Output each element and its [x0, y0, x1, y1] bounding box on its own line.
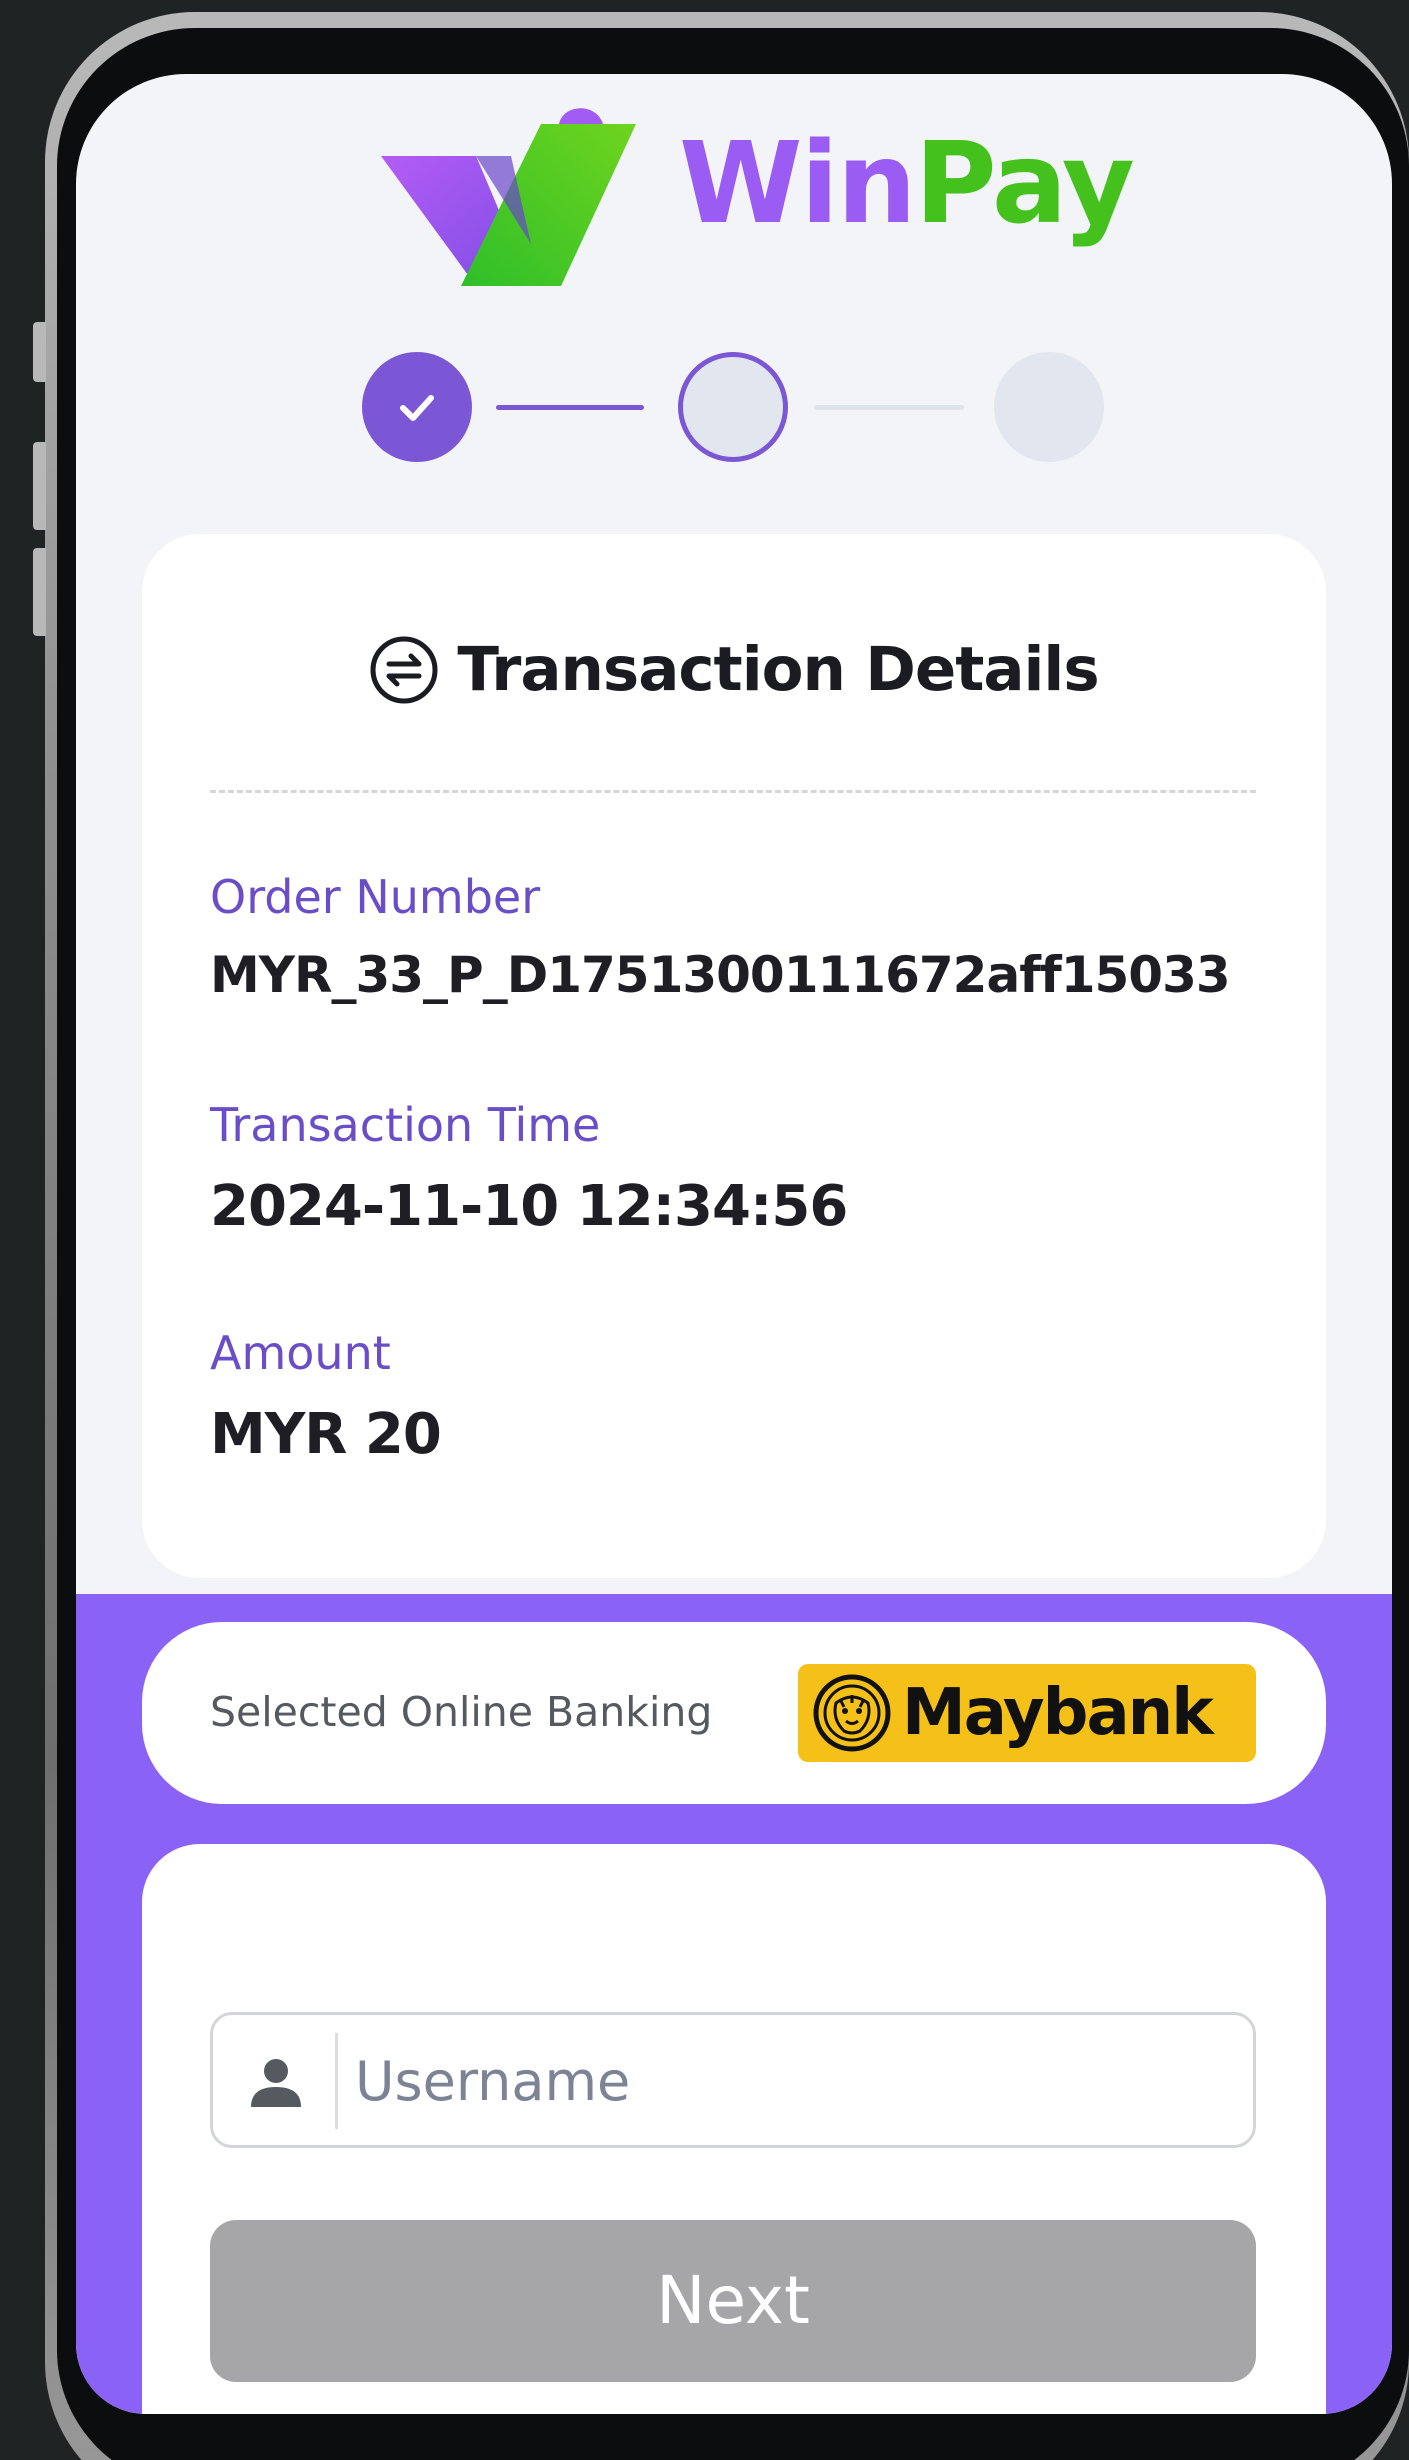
- transaction-details-header: Transaction Details: [142, 634, 1326, 705]
- side-button-volume-down: [33, 548, 46, 636]
- bank-name: Maybank: [902, 1676, 1214, 1750]
- transaction-time-value: 2024-11-10 12:34:56: [210, 1174, 848, 1239]
- winpay-logo: WinPay: [381, 94, 1141, 314]
- username-field[interactable]: [210, 2012, 1256, 2148]
- next-button[interactable]: Next: [210, 2220, 1256, 2382]
- transaction-time-label: Transaction Time: [210, 1098, 601, 1152]
- step-1-completed: [362, 352, 472, 462]
- transaction-details-card: Transaction Details Order Number MYR_33_…: [142, 534, 1326, 1578]
- order-number-label: Order Number: [210, 870, 541, 924]
- stage: WinPay Transaction Details Order Number …: [0, 0, 1409, 2460]
- phone-screen: WinPay Transaction Details Order Number …: [76, 74, 1392, 2414]
- selected-banking-label: Selected Online Banking: [210, 1688, 713, 1736]
- order-number-value: MYR_33_P_D1751300111672aff15033: [210, 946, 1231, 1004]
- wordmark-win: Win: [679, 119, 917, 249]
- step-2-current: [678, 352, 788, 462]
- tiger-icon: [812, 1673, 892, 1753]
- bank-login-card: Next: [142, 1844, 1326, 2414]
- user-icon: [247, 2053, 305, 2111]
- amount-label: Amount: [210, 1326, 391, 1380]
- side-button-mute: [33, 322, 46, 382]
- dashed-divider: [210, 790, 1256, 793]
- side-button-volume-up: [33, 442, 46, 530]
- amount-value: MYR 20: [210, 1402, 442, 1467]
- wordmark-pay: Pay: [914, 119, 1135, 249]
- step-connector-2: [814, 405, 964, 410]
- check-icon: [389, 379, 445, 435]
- username-input[interactable]: [353, 2015, 1237, 2147]
- transaction-details-title: Transaction Details: [457, 634, 1099, 705]
- step-connector-1: [496, 405, 644, 410]
- step-3-upcoming: [994, 352, 1104, 462]
- progress-stepper: [362, 352, 1104, 472]
- winpay-logo-mark-icon: [381, 108, 636, 286]
- swap-arrows-icon: [369, 635, 439, 705]
- input-separator: [335, 2033, 338, 2129]
- winpay-wordmark: WinPay: [679, 128, 1135, 240]
- selected-bank-card: Selected Online Banking Maybank: [142, 1622, 1326, 1804]
- maybank-logo: Maybank: [798, 1664, 1256, 1762]
